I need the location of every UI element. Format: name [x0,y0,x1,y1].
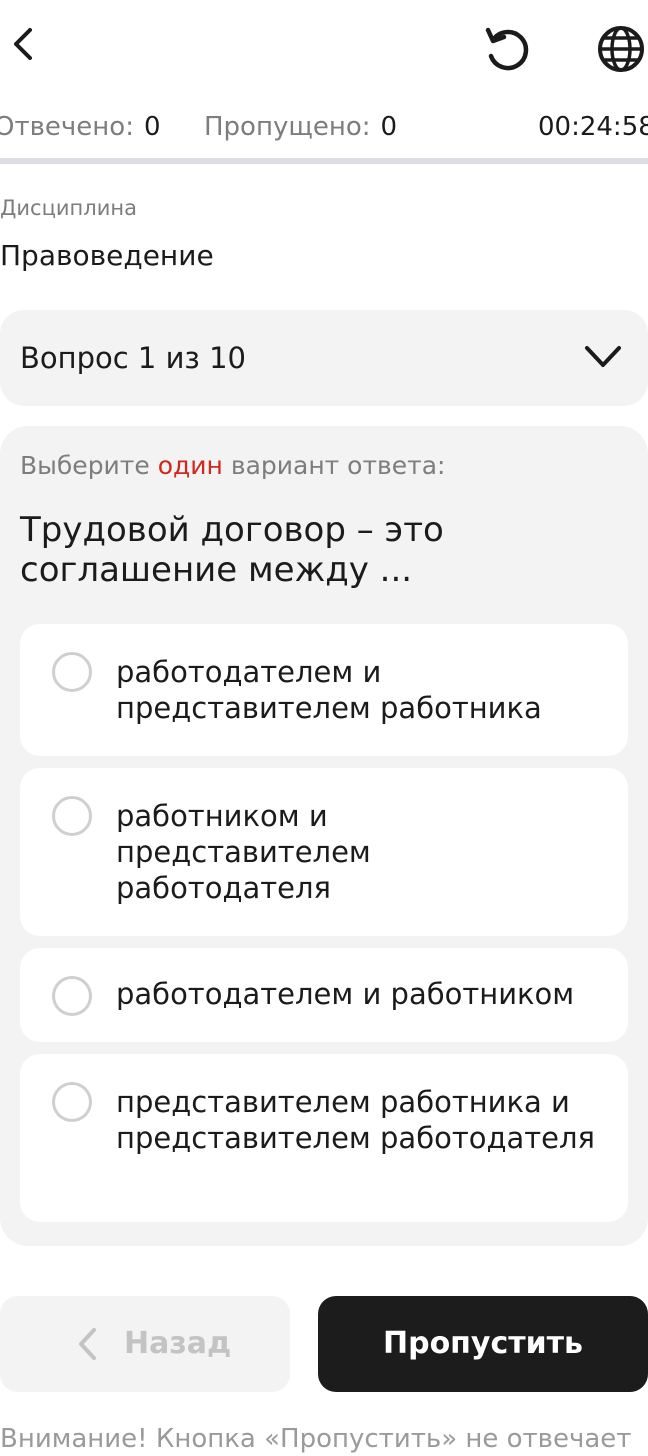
answer-option-3[interactable]: работодателем и работником [20,948,628,1042]
refresh-icon[interactable] [480,22,534,76]
question-selector[interactable]: Вопрос 1 из 10 [0,310,648,406]
answer-option-1[interactable]: работодателем и представителем работника [20,624,628,756]
skipped-count: 0 [380,112,398,142]
answer-option-4[interactable]: представителем работника и представителе… [20,1054,628,1222]
divider [0,158,648,164]
skip-button[interactable]: Пропустить [318,1296,648,1392]
globe-icon[interactable] [594,22,648,76]
instruction-text-end: вариант ответа: [222,451,446,480]
answered-count: 0 [143,112,161,142]
back-button[interactable]: Назад [0,1296,290,1392]
answer-option-label: работником и представителем работодателя [116,799,371,905]
skip-warning: Внимание! Кнопка «Пропустить» не отвечае… [0,1424,632,1454]
answer-option-2[interactable]: работником и представителем работодателя [20,768,628,936]
skip-button-label: Пропустить [382,1326,584,1361]
skipped-stat: Пропущено: 0 [204,110,397,144]
radio-button[interactable] [52,796,92,836]
instruction-text: Выберите [20,451,158,480]
question-instruction: Выберите один вариант ответа: [20,450,445,482]
answered-label: Отвечено: [0,112,134,142]
instruction-highlight: один [157,451,223,480]
back-icon[interactable] [0,22,44,66]
question-text: Трудовой договор – это соглашение между … [20,510,444,590]
timer: 00:24:58 [538,112,648,142]
radio-button[interactable] [52,652,92,692]
discipline-value: Правоведение [0,239,214,272]
question-selector-label: Вопрос 1 из 10 [20,341,246,375]
answer-option-label: представителем работника и представителе… [116,1085,595,1155]
answer-option-label: работодателем и представителем работника [116,655,542,725]
chevron-down-icon [584,344,622,370]
skipped-label: Пропущено: [204,112,371,142]
answered-stat: Отвечено: 0 [0,110,161,144]
answer-option-label: работодателем и работником [116,977,575,1011]
discipline-label: Дисциплина [0,196,137,220]
back-button-label: Назад [124,1326,232,1361]
radio-button[interactable] [52,1082,92,1122]
chevron-left-icon [76,1326,98,1362]
radio-button[interactable] [52,976,92,1016]
